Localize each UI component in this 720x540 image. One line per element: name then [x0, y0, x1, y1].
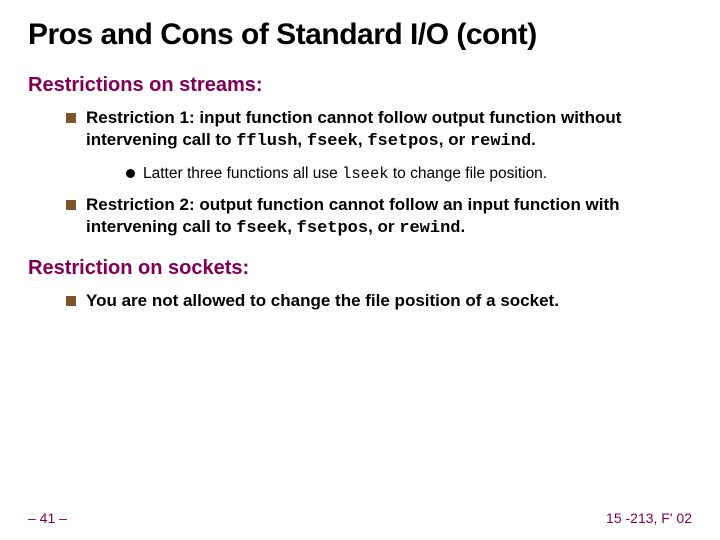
square-bullet-icon [66, 296, 76, 306]
code: fsetpos [367, 132, 438, 151]
text: , or [439, 130, 470, 149]
text: , [287, 217, 296, 236]
slide: Pros and Cons of Standard I/O (cont) Res… [0, 0, 720, 540]
text: , or [368, 217, 399, 236]
course-label: 15 -213, F' 02 [606, 510, 692, 526]
sub-list-item: Latter three functions all use lseek to … [126, 164, 692, 184]
item-text: Restriction 2: output function cannot fo… [86, 194, 692, 241]
page-title: Pros and Cons of Standard I/O (cont) [28, 18, 692, 52]
item-text: Restriction 1: input function cannot fol… [86, 107, 692, 154]
square-bullet-icon [66, 113, 76, 123]
text: , [358, 130, 367, 149]
list-item: Restriction 1: input function cannot fol… [66, 107, 692, 154]
disc-bullet-icon [126, 169, 135, 178]
text: , [297, 130, 306, 149]
code: rewind [399, 219, 460, 238]
square-bullet-icon [66, 200, 76, 210]
list-item: You are not allowed to change the file p… [66, 290, 692, 312]
text: . [531, 130, 536, 149]
code: lseek [342, 165, 389, 183]
text: to change file position. [389, 165, 548, 182]
section-heading-streams: Restrictions on streams: [28, 74, 692, 97]
item-text: You are not allowed to change the file p… [86, 290, 692, 312]
page-number: – 41 – [28, 510, 67, 526]
footer: – 41 – 15 -213, F' 02 [28, 510, 692, 526]
code: fseek [307, 132, 358, 151]
items-sockets: You are not allowed to change the file p… [66, 290, 692, 312]
code: fflush [236, 132, 297, 151]
subitems: Latter three functions all use lseek to … [126, 164, 692, 184]
subitem-text: Latter three functions all use lseek to … [143, 164, 547, 184]
section-heading-sockets: Restriction on sockets: [28, 257, 692, 280]
text: Latter three functions all use [143, 165, 342, 182]
code: rewind [470, 132, 531, 151]
text: . [460, 217, 465, 236]
items-streams: Restriction 1: input function cannot fol… [66, 107, 692, 241]
list-item: Restriction 2: output function cannot fo… [66, 194, 692, 241]
code: fseek [236, 219, 287, 238]
code: fsetpos [297, 219, 368, 238]
